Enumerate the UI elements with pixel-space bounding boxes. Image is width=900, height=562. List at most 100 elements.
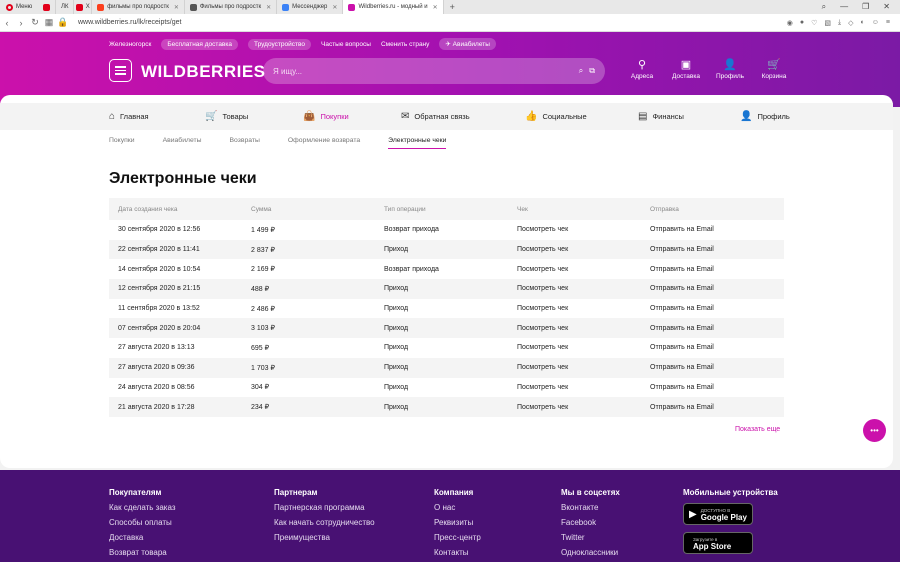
subnav-item[interactable]: Электронные чеки	[388, 137, 447, 149]
footer-link[interactable]: Facebook	[561, 518, 620, 527]
browser-tab[interactable]	[38, 0, 57, 14]
user-icon[interactable]: ☺	[872, 19, 879, 27]
footer-link[interactable]: Преимущества	[274, 533, 375, 542]
nav-item[interactable]: 👜 Покупки	[303, 103, 349, 130]
settings-icon[interactable]: ≡	[886, 19, 890, 27]
url-field[interactable]: www.wildberries.ru/lk/receipts/get	[78, 19, 181, 26]
send-email-link[interactable]: Отправить на Email	[641, 266, 784, 273]
subnav-item[interactable]: Авиабилеты	[163, 137, 202, 149]
speed-dial-icon[interactable]: ▦	[42, 17, 56, 28]
new-tab-button[interactable]: +	[444, 2, 461, 12]
footer-link[interactable]: Способы оплаты	[109, 518, 176, 527]
browser-tab[interactable]: фильмы про подростк ✕	[92, 0, 185, 14]
reload-icon[interactable]: ↻	[28, 17, 42, 28]
footer-link[interactable]: Одноклассники	[561, 548, 620, 557]
view-receipt-link[interactable]: Посмотреть чек	[508, 226, 641, 233]
view-receipt-link[interactable]: Посмотреть чек	[508, 364, 641, 371]
close-tab-icon[interactable]: ✕	[332, 4, 337, 11]
send-email-link[interactable]: Отправить на Email	[641, 226, 784, 233]
footer-link[interactable]: О нас	[434, 503, 481, 512]
restore-icon[interactable]: ❐	[862, 2, 869, 12]
show-more-link[interactable]: Показать еще	[735, 426, 780, 433]
header-Адреса-button[interactable]: ⚲ Адреса	[620, 59, 664, 80]
view-receipt-link[interactable]: Посмотреть чек	[508, 305, 641, 312]
close-tab-icon[interactable]: ✕	[174, 4, 179, 11]
shield-icon[interactable]: ●	[800, 19, 804, 27]
send-email-link[interactable]: Отправить на Email	[641, 305, 784, 312]
camera-icon[interactable]: ◉	[787, 19, 793, 27]
search-input[interactable]	[273, 66, 573, 76]
minimize-icon[interactable]: —	[840, 2, 848, 12]
chat-button[interactable]: •••	[863, 419, 886, 442]
footer-link[interactable]: Вконтакте	[561, 503, 620, 512]
search-tabs-icon[interactable]: ⌕	[822, 2, 826, 12]
top-link[interactable]: ✈ Авиабилеты	[439, 38, 496, 50]
footer-link[interactable]: Как начать сотрудничество	[274, 518, 375, 527]
nav-item[interactable]: 🛒 Товары	[205, 103, 248, 130]
browser-tab[interactable]: Wildberries.ru - модный и ✕	[343, 0, 444, 14]
view-receipt-link[interactable]: Посмотреть чек	[508, 404, 641, 411]
nav-item[interactable]: ⌂ Главная	[109, 103, 149, 130]
footer-link[interactable]: Как сделать заказ	[109, 503, 176, 512]
send-email-link[interactable]: Отправить на Email	[641, 285, 784, 292]
browser-tab[interactable]: ЛК	[56, 0, 75, 14]
store-badge-button[interactable]: Загрузите в App Store	[683, 532, 753, 554]
send-email-link[interactable]: Отправить на Email	[641, 404, 784, 411]
browser-tab[interactable]: Фильмы про подростк ✕	[185, 0, 278, 14]
close-window-icon[interactable]: ✕	[883, 2, 890, 12]
view-receipt-link[interactable]: Посмотреть чек	[508, 246, 641, 253]
browser-tab[interactable]: X	[74, 0, 93, 14]
nav-item[interactable]: ▤ Финансы	[638, 103, 684, 130]
header-Профиль-button[interactable]: 👤 Профиль	[708, 59, 752, 80]
film-icon	[189, 3, 197, 11]
cube-icon[interactable]: ◇	[848, 19, 853, 27]
subnav-item[interactable]: Покупки	[109, 137, 135, 149]
view-receipt-link[interactable]: Посмотреть чек	[508, 344, 641, 351]
back-icon[interactable]: ‹	[0, 18, 14, 28]
browser-tab[interactable]: Мессенджер ✕	[277, 0, 344, 14]
heart-icon[interactable]: ♡	[811, 19, 817, 27]
close-tab-icon[interactable]: ✕	[433, 4, 438, 11]
opera-logo-icon	[6, 3, 13, 11]
top-link[interactable]: Сменить страну	[381, 41, 429, 48]
download-icon[interactable]: ⤓	[838, 19, 841, 27]
browser-menu-button[interactable]: Меню	[0, 0, 38, 14]
header-Доставка-button[interactable]: ▣ Доставка	[664, 59, 708, 80]
view-receipt-link[interactable]: Посмотреть чек	[508, 285, 641, 292]
send-email-link[interactable]: Отправить на Email	[641, 246, 784, 253]
extension-icon[interactable]: ▧	[824, 19, 831, 27]
nav-item[interactable]: 👤 Профиль	[740, 103, 790, 130]
subnav-item[interactable]: Оформление возврата	[288, 137, 360, 149]
subnav-item[interactable]: Возвраты	[230, 137, 260, 149]
store-badge-button[interactable]: ▶ ДОСТУПНО В Google Play	[683, 503, 753, 525]
footer-link[interactable]: Twitter	[561, 533, 620, 542]
footer-link[interactable]: Доставка	[109, 533, 176, 542]
footer-link[interactable]: Реквизиты	[434, 518, 481, 527]
footer-link[interactable]: Контакты	[434, 548, 481, 557]
send-email-link[interactable]: Отправить на Email	[641, 384, 784, 391]
vpn-icon[interactable]: ◐	[861, 19, 865, 27]
menu-burger-button[interactable]	[109, 59, 132, 82]
top-link[interactable]: Трудоустройство	[247, 38, 311, 50]
nav-item[interactable]: 👍 Социальные	[525, 103, 587, 130]
cart-icon: 🛒	[205, 111, 218, 122]
send-email-link[interactable]: Отправить на Email	[641, 325, 784, 332]
view-receipt-link[interactable]: Посмотреть чек	[508, 266, 641, 273]
top-link[interactable]: Частые вопросы	[321, 41, 371, 48]
forward-icon[interactable]: ›	[14, 18, 28, 28]
footer-link[interactable]: Партнерская программа	[274, 503, 375, 512]
close-tab-icon[interactable]: ✕	[266, 4, 271, 11]
footer-link[interactable]: Пресс-центр	[434, 533, 481, 542]
top-link[interactable]: Железногорск	[109, 41, 151, 48]
nav-item[interactable]: ✉ Обратная связь	[401, 103, 470, 130]
camera-search-icon[interactable]: ⧉	[589, 66, 595, 76]
send-email-link[interactable]: Отправить на Email	[641, 344, 784, 351]
header-Корзина-button[interactable]: 🛒 Корзина	[752, 59, 796, 80]
send-email-link[interactable]: Отправить на Email	[641, 364, 784, 371]
footer-link[interactable]: Возврат товара	[109, 548, 176, 557]
view-receipt-link[interactable]: Посмотреть чек	[508, 384, 641, 391]
view-receipt-link[interactable]: Посмотреть чек	[508, 325, 641, 332]
wildberries-logo[interactable]: WILDBERRIES	[141, 62, 266, 82]
top-link[interactable]: Бесплатная доставка	[161, 38, 238, 50]
search-icon[interactable]: ⌕	[579, 66, 583, 76]
